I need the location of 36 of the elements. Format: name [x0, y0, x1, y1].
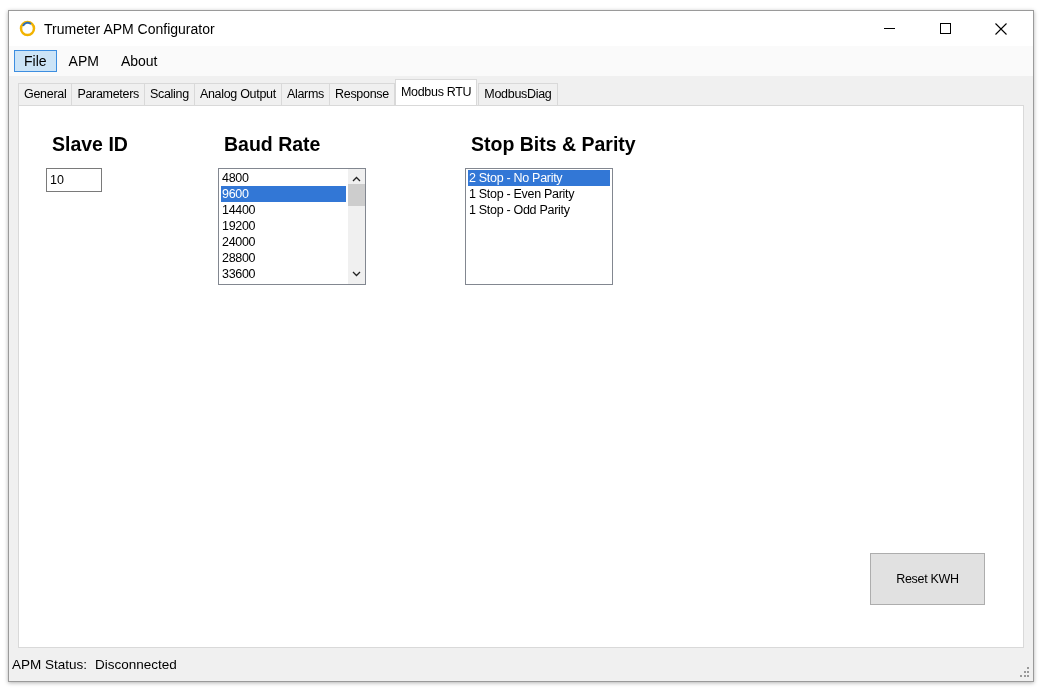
list-item[interactable]: 24000	[221, 234, 346, 250]
list-item[interactable]: 9600	[221, 186, 346, 202]
tab[interactable]: Modbus RTU	[394, 79, 478, 105]
list-item[interactable]: 4800	[221, 170, 346, 186]
resize-grip-icon[interactable]	[1019, 667, 1030, 678]
maximize-icon[interactable]	[939, 23, 951, 34]
list-item[interactable]: 1 Stop - Odd Parity	[468, 202, 610, 218]
reset-button[interactable]: Reset KWH	[870, 553, 985, 605]
chevron-up-icon[interactable]	[352, 176, 361, 182]
close-icon[interactable]	[995, 22, 1007, 35]
list-item[interactable]: 1 Stop - Even Parity	[468, 186, 610, 202]
list-box[interactable]: 4800 9600 14400 19200 24000 28800 33600	[218, 168, 366, 285]
window-title: Trumeter APM Configurator	[44, 20, 215, 37]
list-item[interactable]: 14400	[221, 202, 346, 218]
tab[interactable]: General	[18, 83, 73, 105]
menu-item[interactable]: About	[110, 50, 168, 72]
list-item[interactable]: 28800	[221, 250, 346, 266]
list-box[interactable]: 2 Stop - No Parity 1 Stop - Even Parity 1 Stop - Odd Parity	[465, 168, 613, 285]
menu-item[interactable]: File	[14, 50, 57, 72]
status-value: Disconnected	[95, 657, 177, 672]
chevron-down-icon[interactable]	[352, 271, 361, 277]
minimize-icon[interactable]	[883, 28, 895, 29]
tab[interactable]: ModbusDiag	[478, 83, 558, 105]
list-item[interactable]: 33600	[221, 266, 346, 282]
app-logo-icon	[19, 20, 36, 37]
scrollbar-thumb[interactable]	[348, 184, 365, 206]
field-heading: Baud Rate	[224, 133, 322, 156]
scrollbar[interactable]	[348, 169, 365, 284]
field-heading: Stop Bits & Parity	[471, 133, 636, 156]
menu-item[interactable]: APM	[58, 50, 109, 72]
input-field[interactable]: 10	[46, 168, 102, 192]
list-item[interactable]: 2 Stop - No Parity	[468, 170, 610, 186]
tab[interactable]: Response	[329, 83, 395, 105]
list-item[interactable]: 19200	[221, 218, 346, 234]
status-label: APM Status:	[12, 657, 88, 672]
field-heading: Slave ID	[52, 133, 129, 156]
